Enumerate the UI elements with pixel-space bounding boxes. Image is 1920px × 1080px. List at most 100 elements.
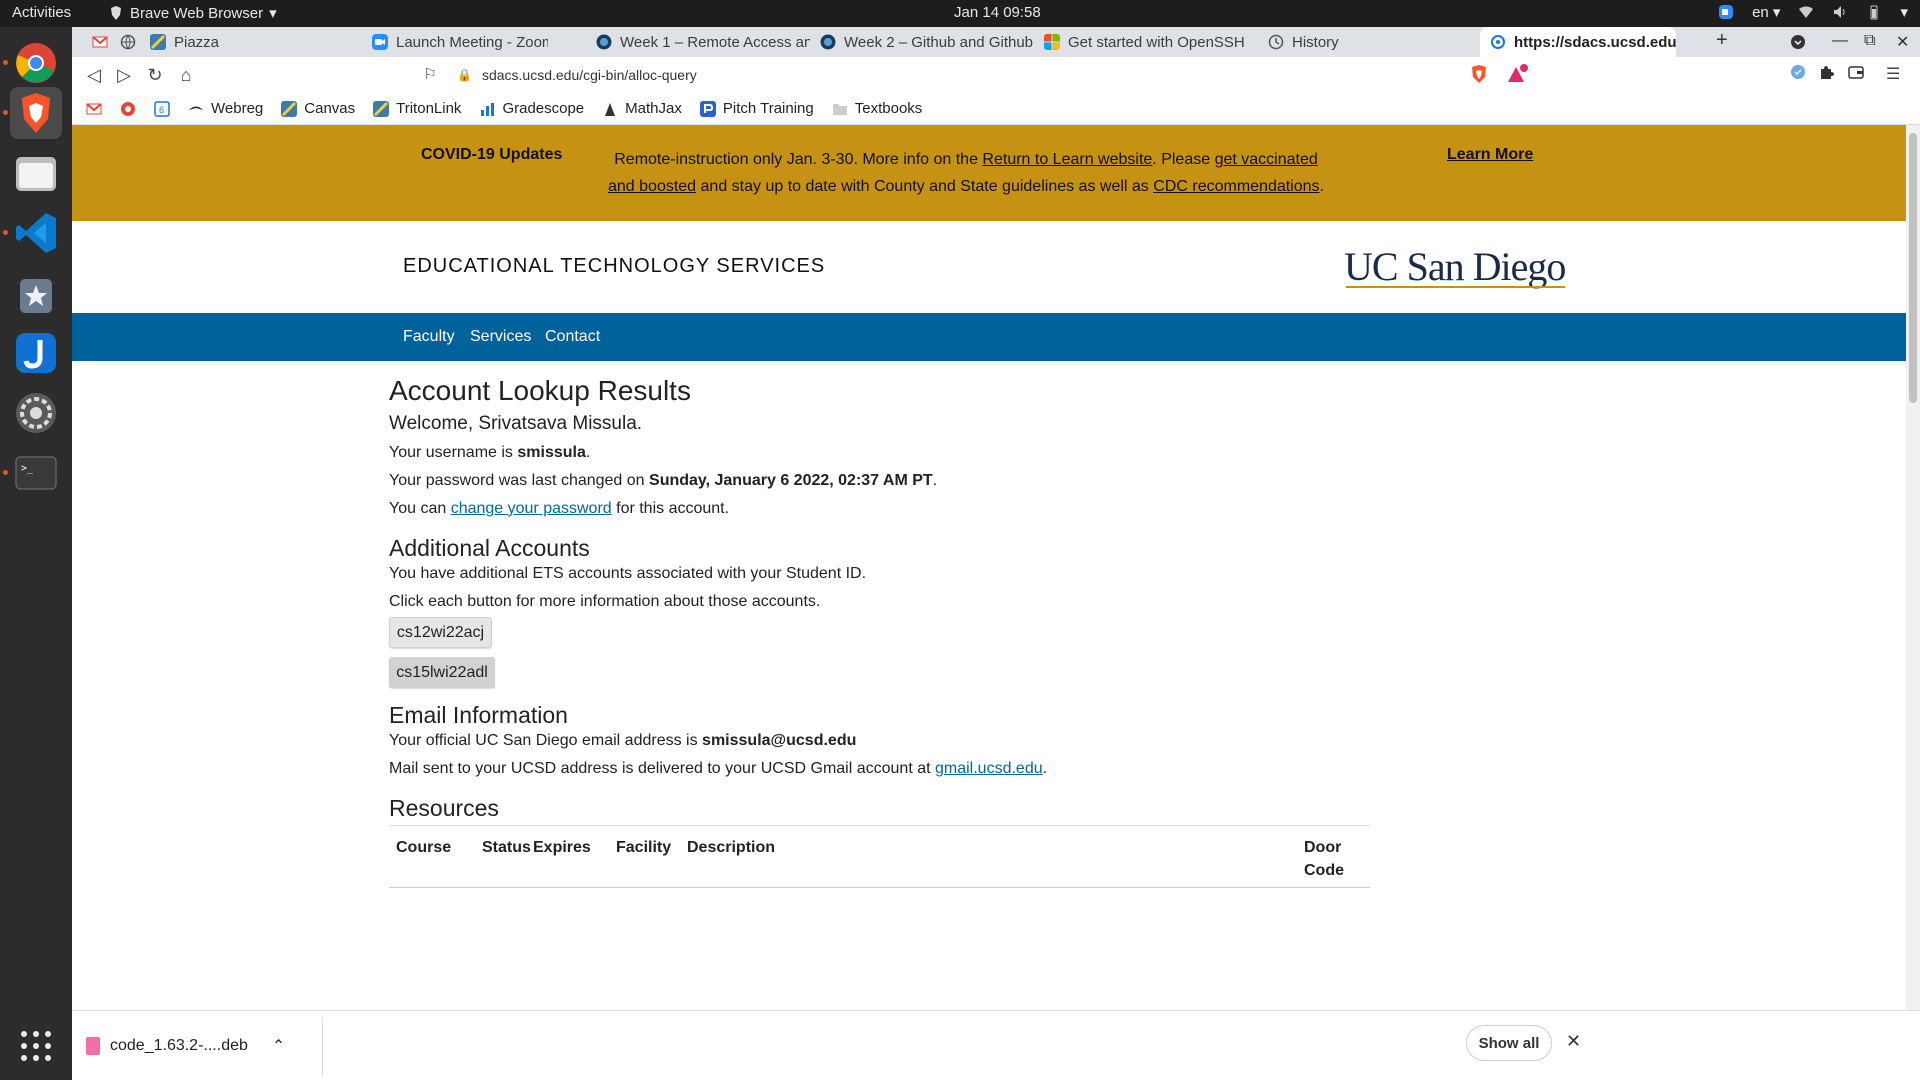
vpn-icon[interactable] [1790,64,1806,80]
tab-history[interactable]: History [1258,27,1458,57]
app-menu-label: Brave Web Browser [130,4,264,22]
site-title[interactable]: EDUCATIONAL TECHNOLOGY SERVICES [403,255,825,278]
bookmark-canvas[interactable]: Canvas [281,100,355,117]
chrome-icon [16,43,56,83]
clock[interactable]: Jan 14 09:58 [954,4,1041,21]
dock-vscode[interactable] [10,207,62,259]
zoom-tray-icon[interactable] [1718,4,1734,20]
covid-text: and stay up to date with County and Stat… [696,178,1154,195]
wallet-icon[interactable] [1848,64,1864,80]
return-to-learn-link[interactable]: Return to Learn website [982,151,1152,168]
covid-text: . Please [1152,151,1215,168]
minimize-button[interactable]: — [1832,32,1848,50]
pitch-icon [699,100,716,117]
file-icon [86,1037,100,1055]
email-info-heading: Email Information [389,702,568,728]
new-tab-button[interactable]: + [1716,29,1728,52]
dock-running-indicator [3,60,8,65]
dock-software[interactable] [10,267,62,319]
resources-heading: Resources [389,795,499,821]
maximize-button[interactable]: ⧉ [1864,32,1875,50]
learn-more-link[interactable]: Learn More [1447,146,1533,164]
forward-button[interactable]: ▷ [112,63,136,87]
bookmark-gmail[interactable] [86,101,102,117]
bookmark-tritonlink[interactable]: TritonLink [373,100,461,117]
cdc-link[interactable]: CDC recommendations [1153,178,1319,195]
brave-rewards-icon[interactable] [1506,64,1530,84]
tab-globe[interactable] [110,27,140,57]
address-bar[interactable]: 🔒 sdacs.ucsd.edu/cgi-bin/alloc-query [457,61,1537,89]
change-password-link[interactable]: change your password [451,500,612,517]
download-item[interactable]: code_1.63.2-....deb ⌃ [86,1025,285,1067]
bookmark-pitch-training[interactable]: Pitch Training [699,100,814,117]
bookmark-webreg[interactable]: Webreg [188,100,263,117]
bookmark-gradescope[interactable]: Gradescope [479,100,584,117]
bookmark-google[interactable] [120,101,136,117]
language-label: en [1752,4,1769,21]
welcome-text: Welcome, Srivatsava Missula. [389,413,643,434]
tab-zoom[interactable]: Launch Meeting - Zoom [362,27,548,57]
chevron-up-icon[interactable]: ⌃ [272,1036,285,1056]
dock-brave[interactable] [10,87,62,139]
main-menu-icon[interactable]: ☰ [1886,64,1900,84]
password-date-value: Sunday, January 6 2022, 02:37 AM PT [649,472,933,489]
email-value: smissula@ucsd.edu [702,732,857,749]
activities-button[interactable]: Activities [12,4,71,21]
reload-button[interactable]: ↻ [143,63,167,87]
close-window-button[interactable]: ✕ [1896,32,1909,52]
wifi-icon[interactable] [1798,4,1814,20]
additional-accounts-text: You have additional ETS accounts associa… [389,565,867,582]
brave-shields-icon[interactable] [1470,64,1488,84]
label-text: Mail sent to your UCSD address is delive… [389,760,935,777]
dock-terminal[interactable]: >_ [10,447,62,499]
ucsd-logo[interactable]: UC San Diego [1344,243,1566,290]
dock-joplin[interactable] [10,327,62,379]
tab-week1[interactable]: Week 1 – Remote Access an [586,27,810,57]
additional-accounts-instructions: Click each button for more information a… [389,593,821,610]
back-button[interactable]: ◁ [82,63,106,87]
nav-services[interactable]: Services [470,328,531,346]
page-title: Account Lookup Results [389,375,691,406]
bookmark-label: Pitch Training [722,100,814,117]
nav-faculty[interactable]: Faculty [403,328,455,346]
dock-files[interactable] [10,147,62,199]
show-all-button[interactable]: Show all [1466,1025,1552,1061]
bookmark-calendar[interactable]: 6 [154,100,170,117]
software-icon [20,279,52,313]
tab-sdacs[interactable]: https://sdacs.ucsd.edu/ ✕ [1480,27,1676,57]
dock-show-applications[interactable] [10,1020,62,1072]
home-button[interactable]: ⌂ [174,63,198,87]
tab-search-icon[interactable] [1790,34,1806,50]
power-menu-chevron-icon[interactable]: ▾ [1900,3,1908,21]
page-scrollbar[interactable] [1906,125,1920,1010]
scrollbar-thumb[interactable] [1909,133,1917,403]
tab-label: Week 2 – Github and Github [844,33,1034,51]
tab-piazza[interactable]: Piazza [140,27,362,57]
table-header-facility: Facility [616,839,672,856]
logo-text: UC San Diego [1344,244,1566,289]
bookmark-mathjax[interactable]: MathJax [602,100,682,117]
extensions-icon[interactable] [1818,64,1834,80]
account-button[interactable]: cs15lwi22adl [389,657,495,688]
tab-gmail[interactable] [82,27,110,57]
label-text: . [585,444,591,461]
main-nav: Faculty Services Contact [72,313,1906,361]
tab-label: https://sdacs.ucsd.edu/ [1514,33,1676,51]
tab-week2[interactable]: Week 2 – Github and Github [810,27,1034,57]
dock-running-indicator [3,470,8,475]
language-indicator[interactable]: en ▾ [1752,3,1780,21]
github-icon [596,34,612,50]
dock-settings[interactable] [10,387,62,439]
nav-contact[interactable]: Contact [545,328,600,346]
label-text: . [1042,760,1048,777]
account-button[interactable]: cs12wi22acj [389,617,492,648]
close-shelf-icon[interactable]: ✕ [1566,1031,1581,1052]
bookmark-textbooks[interactable]: Textbooks [832,100,922,117]
battery-icon[interactable] [1866,4,1882,20]
app-menu[interactable]: Brave Web Browser ▾ [108,4,277,22]
bookmark-page-icon[interactable]: ⚐ [418,63,442,87]
lock-icon[interactable]: 🔒 [457,68,472,82]
gmail-link[interactable]: gmail.ucsd.edu [935,760,1043,777]
dock-chrome[interactable] [10,37,62,89]
volume-icon[interactable] [1832,4,1848,20]
